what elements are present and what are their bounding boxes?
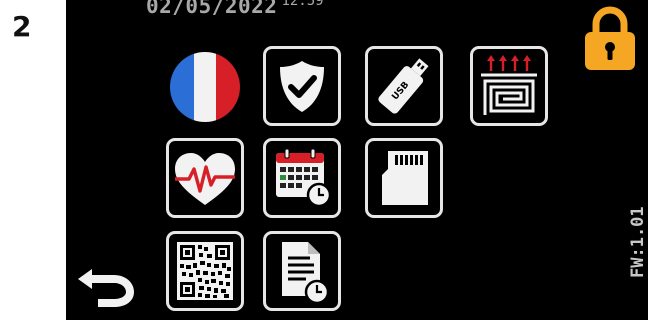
time-display: 12:59: [281, 0, 324, 9]
qr-code-icon: [177, 242, 233, 300]
step-number: 2: [12, 10, 32, 43]
health-button[interactable]: [166, 138, 244, 218]
heating-button[interactable]: [470, 46, 548, 126]
document-clock-icon: [282, 242, 330, 305]
firmware-version: FW:1.01: [628, 206, 648, 278]
shield-check-icon: [280, 61, 324, 112]
calendar-button[interactable]: [263, 138, 341, 218]
device-screen: 02/05/2022 12:59 USB FW:1.01: [66, 0, 648, 320]
security-button[interactable]: [263, 46, 341, 126]
date-display: 02/05/2022: [146, 0, 278, 18]
padlock-icon[interactable]: [582, 4, 638, 72]
french-flag-icon[interactable]: [169, 51, 241, 123]
status-datetime: 02/05/2022 12:59: [146, 0, 324, 18]
qr-code-button[interactable]: [166, 231, 244, 311]
usb-stick-icon: USB: [378, 58, 429, 114]
calendar-clock-icon: [276, 148, 332, 208]
report-button[interactable]: [263, 231, 341, 311]
floor-heating-icon: [481, 55, 537, 115]
usb-button[interactable]: USB: [365, 46, 443, 126]
heart-pulse-icon: [175, 153, 235, 205]
back-arrow-icon[interactable]: [72, 265, 138, 309]
sd-card-icon: [382, 151, 428, 205]
sd-card-button[interactable]: [365, 138, 443, 218]
